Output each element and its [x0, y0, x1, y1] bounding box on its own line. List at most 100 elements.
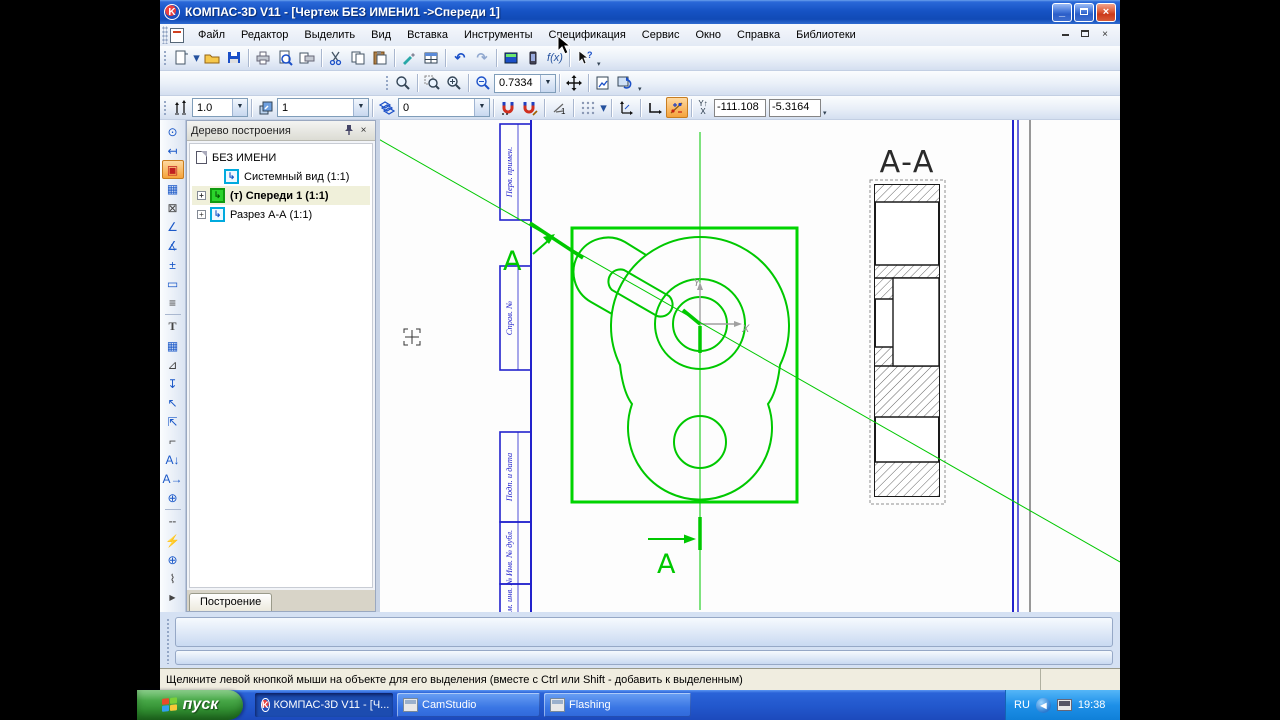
menu-service[interactable]: Сервис	[634, 26, 688, 44]
menu-specification[interactable]: Спецификация	[541, 26, 634, 44]
tray-collapse-icon[interactable]: ◀	[1036, 698, 1051, 713]
toolbar-overflow-icon[interactable]: ▾	[636, 85, 644, 95]
grid-dropdown[interactable]: ▾	[599, 97, 608, 118]
new-document-icon[interactable]	[170, 48, 192, 69]
snap-settings-icon[interactable]	[497, 97, 519, 118]
menu-file[interactable]: Файл	[190, 26, 233, 44]
property-bar-handle[interactable]	[166, 618, 170, 664]
clock[interactable]: 19:38	[1078, 699, 1106, 711]
expander-icon[interactable]: +	[197, 210, 206, 219]
toolbar-overflow-icon[interactable]: ▾	[595, 60, 603, 70]
menu-editor[interactable]: Редактор	[233, 26, 296, 44]
mobile-link-icon[interactable]	[522, 48, 544, 69]
current-step-icon[interactable]	[170, 97, 192, 118]
new-document-dropdown[interactable]: ▾	[192, 48, 201, 69]
minimize-button[interactable]: _	[1052, 3, 1072, 22]
toolbar-overflow-icon[interactable]: ▾	[821, 109, 829, 119]
restore-button[interactable]	[1074, 3, 1094, 22]
step-combo[interactable]: 1.0 ▼	[192, 98, 248, 117]
context-help-icon[interactable]: ?	[573, 48, 595, 69]
cut-icon[interactable]	[325, 48, 347, 69]
leader-tool-icon[interactable]: ↖	[162, 393, 184, 412]
wave-tool-icon[interactable]: ⌇	[162, 569, 184, 588]
parametrization-tool-icon[interactable]: ∠	[162, 217, 184, 236]
save-icon[interactable]	[223, 48, 245, 69]
ortho-icon[interactable]	[644, 97, 666, 118]
text-tool-icon[interactable]: T	[162, 317, 184, 336]
angle-snap-icon[interactable]: 1	[548, 97, 570, 118]
construction-line[interactable]	[380, 137, 1120, 562]
format-painter-icon[interactable]	[398, 48, 420, 69]
current-view-icon[interactable]	[255, 97, 277, 118]
roundoff-toggle-icon[interactable]	[666, 97, 688, 118]
specification-tool-icon[interactable]: ≡	[162, 293, 184, 312]
section-view-a-a[interactable]: А-А	[870, 145, 945, 504]
section-view-title[interactable]: А-А	[880, 145, 935, 180]
editing-tool-icon[interactable]: ⊠	[162, 198, 184, 217]
grid-icon[interactable]	[577, 97, 599, 118]
document-system-menu-icon[interactable]	[170, 28, 184, 43]
text-down-tool-icon[interactable]: A↓	[162, 450, 184, 469]
menu-select[interactable]: Выделить	[296, 26, 363, 44]
paste-icon[interactable]	[369, 48, 391, 69]
show-document-icon[interactable]	[592, 73, 614, 94]
child-restore-button[interactable]	[1078, 29, 1092, 41]
views-tool-icon[interactable]: ▭	[162, 274, 184, 293]
slot-outline[interactable]	[608, 269, 672, 316]
section-letter-top[interactable]: А	[503, 246, 522, 277]
geometry-tool-icon[interactable]: ⊙	[162, 122, 184, 141]
snap-toggle-icon[interactable]	[519, 97, 541, 118]
coord-y-field[interactable]: -5.3164	[769, 99, 821, 117]
styles-tool-icon[interactable]: ▦	[162, 179, 184, 198]
print-preview-icon[interactable]	[274, 48, 296, 69]
menu-insert[interactable]: Вставка	[399, 26, 456, 44]
child-close-button[interactable]: ×	[1098, 29, 1112, 41]
tree-item-section-view[interactable]: + ↳ Разрез А-А (1:1)	[192, 205, 370, 224]
variables-window-icon[interactable]	[500, 48, 522, 69]
tree-item-front-view[interactable]: + ↳ (т) Спереди 1 (1:1)	[192, 186, 370, 205]
section-line[interactable]: А А	[380, 137, 1120, 580]
text-right-tool-icon[interactable]: A→	[162, 469, 184, 488]
child-minimize-button[interactable]	[1058, 29, 1072, 41]
close-panel-icon[interactable]: ×	[356, 124, 371, 138]
close-button[interactable]: ×	[1096, 3, 1116, 22]
coord-x-field[interactable]: -111.108	[714, 99, 766, 117]
taskbar-item-flashing[interactable]: Flashing	[544, 693, 691, 717]
panel-overflow-arrow-icon[interactable]: ▶	[162, 588, 184, 607]
tree-panel-header[interactable]: Дерево построения ×	[187, 121, 375, 141]
sheet-frame[interactable]	[500, 120, 1030, 612]
taskbar-item-kompas[interactable]: K КОМПАС-3D V11 - [Ч...	[255, 693, 393, 717]
menu-view[interactable]: Вид	[363, 26, 399, 44]
keyboard-language-indicator[interactable]: RU	[1014, 699, 1030, 711]
target-tool-icon[interactable]: ⊕	[162, 550, 184, 569]
measure-tool-icon[interactable]: ∡	[162, 236, 184, 255]
spec-table-icon[interactable]	[420, 48, 442, 69]
tray-display-icon[interactable]	[1057, 699, 1072, 711]
zoom-combo[interactable]: 0.7334 ▼	[494, 74, 556, 93]
open-icon[interactable]	[201, 48, 223, 69]
centermark-tool-icon[interactable]: ⊕	[162, 488, 184, 507]
menu-help[interactable]: Справка	[729, 26, 788, 44]
zoom-selected-icon[interactable]	[421, 73, 443, 94]
title-bar[interactable]: K КОМПАС-3D V11 - [Чертеж БЕЗ ИМЕНИ1 ->С…	[160, 0, 1120, 24]
property-bar-row[interactable]	[175, 650, 1113, 665]
table-tool-icon[interactable]: ▦	[162, 336, 184, 355]
layer-combo-dropdown[interactable]: ▼	[474, 99, 489, 116]
datum-tool-icon[interactable]: ↧	[162, 374, 184, 393]
menu-window[interactable]: Окно	[687, 26, 729, 44]
copy-icon[interactable]	[347, 48, 369, 69]
tab-construction[interactable]: Построение	[189, 593, 272, 611]
layers-icon[interactable]	[376, 97, 398, 118]
refresh-view-icon[interactable]	[614, 73, 636, 94]
property-bar-row[interactable]	[175, 617, 1113, 647]
undo-icon[interactable]: ↶	[449, 48, 471, 69]
pin-icon[interactable]	[341, 124, 356, 138]
designations-tool-icon[interactable]: ▣	[162, 160, 184, 179]
zoom-scale-icon[interactable]	[472, 73, 494, 94]
drawing-canvas[interactable]: Перв. примен. Справ. № Подп. и дата Инв.…	[380, 120, 1120, 612]
leader2-tool-icon[interactable]: ⇱	[162, 412, 184, 431]
layer-combo[interactable]: 0 ▼	[398, 98, 490, 117]
taskbar-item-camstudio[interactable]: CamStudio	[397, 693, 540, 717]
tree-item-document[interactable]: БЕЗ ИМЕНИ	[192, 148, 370, 167]
zoom-in-out-icon[interactable]	[443, 73, 465, 94]
